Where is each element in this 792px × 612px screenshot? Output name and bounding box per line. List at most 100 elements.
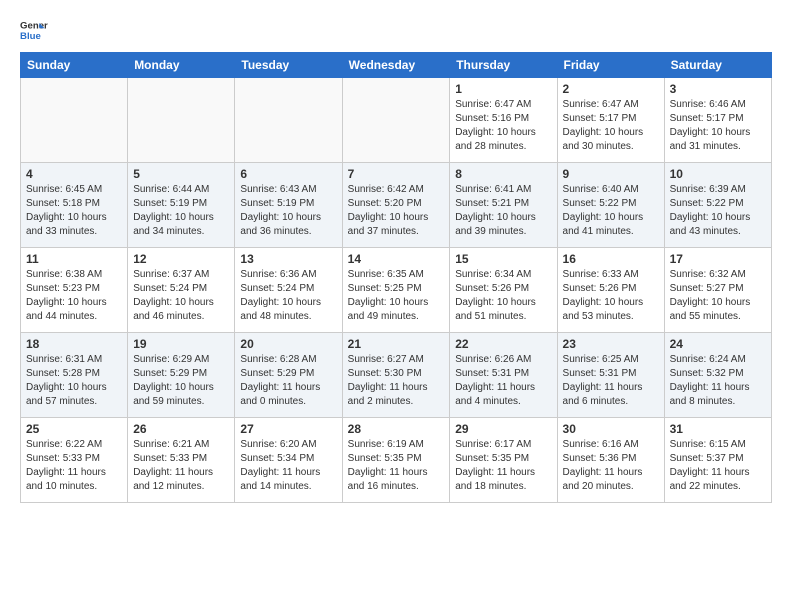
- day-number: 19: [133, 337, 229, 351]
- calendar-cell: 29 Sunrise: 6:17 AM Sunset: 5:35 PM Dayli…: [450, 418, 557, 503]
- day-info: Sunrise: 6:44 AM Sunset: 5:19 PM Dayligh…: [133, 183, 229, 239]
- calendar-cell: [21, 78, 128, 163]
- calendar-cell: [128, 78, 235, 163]
- calendar-cell: 28Sunrise: 6:19 AM Sunset: 5:35 PM Dayli…: [342, 418, 450, 503]
- day-info: Sunrise: 6:33 AM Sunset: 5:26 PM Dayligh…: [563, 268, 659, 324]
- day-info: Sunrise: 6:40 AM Sunset: 5:22 PM Dayligh…: [563, 183, 659, 239]
- svg-text:Blue: Blue: [20, 31, 41, 42]
- calendar-cell: 22 Sunrise: 6:26 AM Sunset: 5:31 PM Dayli…: [450, 333, 557, 418]
- day-info: Sunrise: 6:45 AM Sunset: 5:18 PM Dayligh…: [26, 183, 122, 239]
- day-number: 9: [563, 167, 659, 181]
- calendar-cell: 27 Sunrise: 6:20 AM Sunset: 5:34 PM Dayli…: [235, 418, 342, 503]
- day-info: Sunrise: 6:34 AM Sunset: 5:26 PM Dayligh…: [455, 268, 551, 324]
- day-number: 15: [455, 252, 551, 266]
- week-row-4: 18Sunrise: 6:31 AM Sunset: 5:28 PM Dayli…: [21, 333, 772, 418]
- day-number: 20: [240, 337, 336, 351]
- day-info: Sunrise: 6:25 AM Sunset: 5:31 PM Dayligh…: [563, 353, 659, 409]
- logo: General Blue: [20, 16, 48, 44]
- calendar-cell: 6 Sunrise: 6:43 AM Sunset: 5:19 PM Daylig…: [235, 163, 342, 248]
- day-info: Sunrise: 6:41 AM Sunset: 5:21 PM Dayligh…: [455, 183, 551, 239]
- day-number: 6: [240, 167, 336, 181]
- day-info: Sunrise: 6:15 AM Sunset: 5:37 PM Dayligh…: [670, 438, 766, 494]
- day-info: Sunrise: 6:43 AM Sunset: 5:19 PM Dayligh…: [240, 183, 336, 239]
- day-number: 7: [348, 167, 445, 181]
- day-number: 25: [26, 422, 122, 436]
- calendar-cell: 7Sunrise: 6:42 AM Sunset: 5:20 PM Daylig…: [342, 163, 450, 248]
- day-info: Sunrise: 6:27 AM Sunset: 5:30 PM Dayligh…: [348, 353, 445, 409]
- day-info: Sunrise: 6:17 AM Sunset: 5:35 PM Dayligh…: [455, 438, 551, 494]
- calendar-cell: [235, 78, 342, 163]
- day-number: 23: [563, 337, 659, 351]
- calendar-cell: 17 Sunrise: 6:32 AM Sunset: 5:27 PM Dayli…: [664, 248, 771, 333]
- calendar-cell: 18Sunrise: 6:31 AM Sunset: 5:28 PM Dayli…: [21, 333, 128, 418]
- calendar-cell: [342, 78, 450, 163]
- weekday-header-friday: Friday: [557, 53, 664, 78]
- day-info: Sunrise: 6:46 AM Sunset: 5:17 PM Dayligh…: [670, 98, 766, 154]
- logo-icon: General Blue: [20, 16, 48, 44]
- calendar-cell: 14Sunrise: 6:35 AM Sunset: 5:25 PM Dayli…: [342, 248, 450, 333]
- calendar-table: SundayMondayTuesdayWednesdayThursdayFrid…: [20, 52, 772, 503]
- calendar-cell: 1 Sunrise: 6:47 AM Sunset: 5:16 PM Daylig…: [450, 78, 557, 163]
- day-number: 5: [133, 167, 229, 181]
- day-number: 2: [563, 82, 659, 96]
- day-number: 3: [670, 82, 766, 96]
- svg-text:General: General: [20, 20, 48, 31]
- calendar-cell: 8 Sunrise: 6:41 AM Sunset: 5:21 PM Daylig…: [450, 163, 557, 248]
- day-number: 13: [240, 252, 336, 266]
- day-number: 17: [670, 252, 766, 266]
- calendar-cell: 19 Sunrise: 6:29 AM Sunset: 5:29 PM Dayli…: [128, 333, 235, 418]
- day-number: 14: [348, 252, 445, 266]
- day-number: 29: [455, 422, 551, 436]
- calendar-cell: 10 Sunrise: 6:39 AM Sunset: 5:22 PM Dayli…: [664, 163, 771, 248]
- week-row-3: 11 Sunrise: 6:38 AM Sunset: 5:23 PM Dayli…: [21, 248, 772, 333]
- day-info: Sunrise: 6:22 AM Sunset: 5:33 PM Dayligh…: [26, 438, 122, 494]
- day-info: Sunrise: 6:38 AM Sunset: 5:23 PM Dayligh…: [26, 268, 122, 324]
- weekday-header-tuesday: Tuesday: [235, 53, 342, 78]
- day-info: Sunrise: 6:26 AM Sunset: 5:31 PM Dayligh…: [455, 353, 551, 409]
- calendar-cell: 20 Sunrise: 6:28 AM Sunset: 5:29 PM Dayli…: [235, 333, 342, 418]
- calendar-cell: 9 Sunrise: 6:40 AM Sunset: 5:22 PM Daylig…: [557, 163, 664, 248]
- calendar-cell: 12Sunrise: 6:37 AM Sunset: 5:24 PM Dayli…: [128, 248, 235, 333]
- day-info: Sunrise: 6:28 AM Sunset: 5:29 PM Dayligh…: [240, 353, 336, 409]
- calendar-cell: 2 Sunrise: 6:47 AM Sunset: 5:17 PM Daylig…: [557, 78, 664, 163]
- calendar-cell: 5 Sunrise: 6:44 AM Sunset: 5:19 PM Daylig…: [128, 163, 235, 248]
- weekday-header-monday: Monday: [128, 53, 235, 78]
- day-number: 31: [670, 422, 766, 436]
- day-number: 26: [133, 422, 229, 436]
- day-number: 4: [26, 167, 122, 181]
- day-info: Sunrise: 6:47 AM Sunset: 5:17 PM Dayligh…: [563, 98, 659, 154]
- weekday-header-row: SundayMondayTuesdayWednesdayThursdayFrid…: [21, 53, 772, 78]
- day-number: 22: [455, 337, 551, 351]
- calendar-cell: 21Sunrise: 6:27 AM Sunset: 5:30 PM Dayli…: [342, 333, 450, 418]
- day-number: 8: [455, 167, 551, 181]
- calendar-cell: 16 Sunrise: 6:33 AM Sunset: 5:26 PM Dayli…: [557, 248, 664, 333]
- day-number: 27: [240, 422, 336, 436]
- calendar-cell: 15 Sunrise: 6:34 AM Sunset: 5:26 PM Dayli…: [450, 248, 557, 333]
- day-number: 10: [670, 167, 766, 181]
- calendar-cell: 25 Sunrise: 6:22 AM Sunset: 5:33 PM Dayli…: [21, 418, 128, 503]
- day-number: 1: [455, 82, 551, 96]
- day-info: Sunrise: 6:39 AM Sunset: 5:22 PM Dayligh…: [670, 183, 766, 239]
- day-number: 24: [670, 337, 766, 351]
- week-row-2: 4 Sunrise: 6:45 AM Sunset: 5:18 PM Daylig…: [21, 163, 772, 248]
- calendar-cell: 3 Sunrise: 6:46 AM Sunset: 5:17 PM Daylig…: [664, 78, 771, 163]
- weekday-header-wednesday: Wednesday: [342, 53, 450, 78]
- calendar-cell: 31 Sunrise: 6:15 AM Sunset: 5:37 PM Dayli…: [664, 418, 771, 503]
- weekday-header-saturday: Saturday: [664, 53, 771, 78]
- calendar-cell: 26 Sunrise: 6:21 AM Sunset: 5:33 PM Dayli…: [128, 418, 235, 503]
- calendar-cell: 13 Sunrise: 6:36 AM Sunset: 5:24 PM Dayli…: [235, 248, 342, 333]
- day-info: Sunrise: 6:19 AM Sunset: 5:35 PM Dayligh…: [348, 438, 445, 494]
- day-number: 11: [26, 252, 122, 266]
- day-info: Sunrise: 6:31 AM Sunset: 5:28 PM Dayligh…: [26, 353, 122, 409]
- calendar-cell: 11 Sunrise: 6:38 AM Sunset: 5:23 PM Dayli…: [21, 248, 128, 333]
- calendar-body: 1 Sunrise: 6:47 AM Sunset: 5:16 PM Daylig…: [21, 78, 772, 503]
- day-info: Sunrise: 6:36 AM Sunset: 5:24 PM Dayligh…: [240, 268, 336, 324]
- day-info: Sunrise: 6:21 AM Sunset: 5:33 PM Dayligh…: [133, 438, 229, 494]
- day-info: Sunrise: 6:29 AM Sunset: 5:29 PM Dayligh…: [133, 353, 229, 409]
- day-number: 16: [563, 252, 659, 266]
- day-info: Sunrise: 6:20 AM Sunset: 5:34 PM Dayligh…: [240, 438, 336, 494]
- day-info: Sunrise: 6:24 AM Sunset: 5:32 PM Dayligh…: [670, 353, 766, 409]
- day-info: Sunrise: 6:47 AM Sunset: 5:16 PM Dayligh…: [455, 98, 551, 154]
- weekday-header-thursday: Thursday: [450, 53, 557, 78]
- day-info: Sunrise: 6:32 AM Sunset: 5:27 PM Dayligh…: [670, 268, 766, 324]
